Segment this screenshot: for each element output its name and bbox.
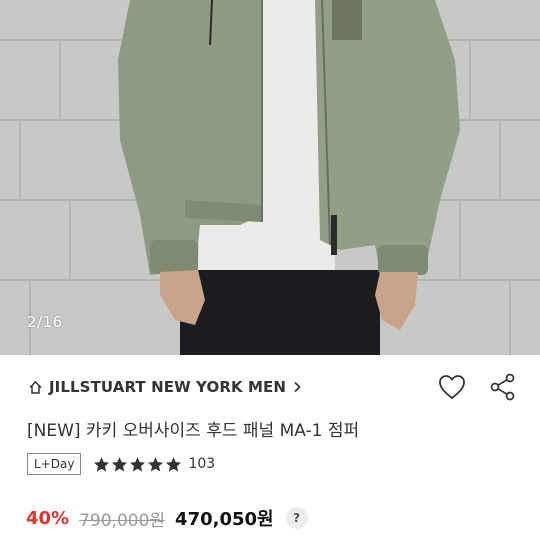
star-icon [166, 456, 182, 471]
rating-stars[interactable] [93, 456, 183, 473]
discount-rate: 40% [26, 507, 70, 529]
share-icon[interactable] [489, 372, 517, 402]
star-icon [94, 456, 110, 471]
review-count[interactable]: 103 [188, 456, 215, 472]
star-icon [130, 456, 146, 471]
product-image[interactable]: 2/16 [0, 0, 540, 355]
product-info: JILLSTUART NEW YORK MEN [NEW] 카키 오버사이즈 후… [0, 355, 540, 540]
sale-price: 470,050원 [175, 509, 274, 530]
home-icon [28, 380, 43, 395]
product-meta: L+Day 103 [27, 451, 215, 477]
original-price: 790,000원 [79, 510, 166, 531]
brand-link[interactable]: JILLSTUART NEW YORK MEN [28, 375, 302, 399]
star-icon [148, 456, 164, 471]
product-photo-illustration [0, 0, 540, 355]
chevron-right-icon [292, 381, 302, 393]
price-help-button[interactable]: ? [285, 507, 308, 529]
price-row: 40% 790,000원 470,050원 ? [26, 505, 308, 531]
lday-badge: L+Day [27, 453, 82, 475]
image-counter: 2/16 [27, 313, 63, 331]
product-title: [NEW] 카키 오버사이즈 후드 패널 MA-1 점퍼 [27, 421, 360, 441]
brand-name: JILLSTUART NEW YORK MEN [49, 378, 287, 396]
star-icon [112, 456, 128, 471]
heart-icon[interactable] [437, 372, 467, 402]
